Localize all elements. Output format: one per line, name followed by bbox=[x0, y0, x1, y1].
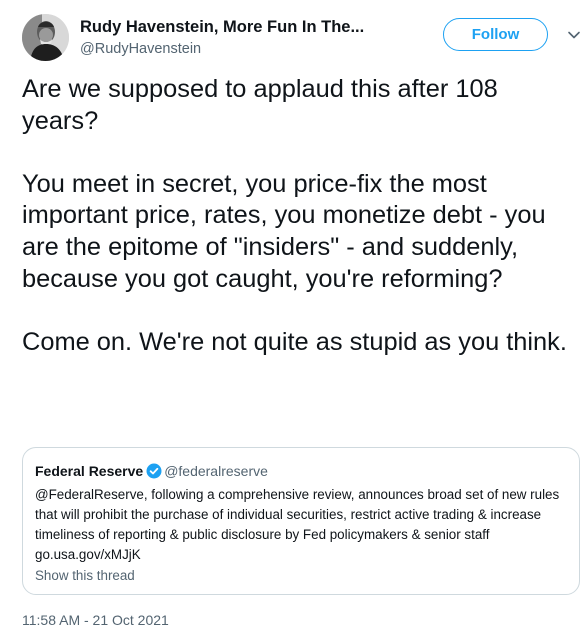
tweet-text: Are we supposed to applaud this after 10… bbox=[22, 74, 567, 358]
quoted-author-name: Federal Reserve bbox=[35, 463, 144, 479]
tweet-timestamp[interactable]: 11:58 AM - 21 Oct 2021 bbox=[22, 612, 169, 628]
show-thread-link[interactable]: Show this thread bbox=[35, 568, 135, 583]
tweet-paragraph: Are we supposed to applaud this after 10… bbox=[22, 75, 498, 135]
portrait-icon bbox=[22, 14, 69, 61]
quoted-tweet-body: @FederalReserve, following a comprehensi… bbox=[35, 485, 575, 565]
tweet-header: Rudy Havenstein, More Fun In The... @Rud… bbox=[22, 14, 582, 62]
follow-button[interactable]: Follow bbox=[443, 18, 548, 51]
tweet-paragraph: Come on. We're not quite as stupid as yo… bbox=[22, 327, 567, 356]
quoted-tweet-text: @FederalReserve, following a comprehensi… bbox=[35, 487, 560, 542]
quoted-tweet-link[interactable]: go.usa.gov/xMJjK bbox=[35, 545, 575, 565]
tweet-paragraph: You meet in secret, you price-fix the mo… bbox=[22, 169, 546, 293]
author-name[interactable]: Rudy Havenstein, More Fun In The... bbox=[80, 18, 364, 37]
author-avatar[interactable] bbox=[22, 14, 69, 61]
quoted-author-handle: @federalreserve bbox=[164, 463, 268, 479]
chevron-down-icon[interactable] bbox=[566, 27, 582, 43]
verified-badge-icon bbox=[146, 463, 162, 479]
quoted-tweet-header: Federal Reserve @federalreserve bbox=[35, 463, 268, 479]
quoted-tweet-card[interactable]: Federal Reserve @federalreserve @Federal… bbox=[22, 447, 580, 595]
author-handle[interactable]: @RudyHavenstein bbox=[80, 41, 201, 57]
